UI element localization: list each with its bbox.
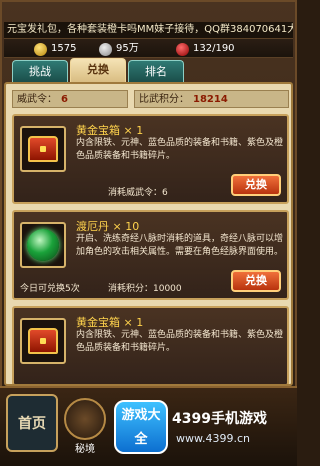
weiwu-value: 6 (61, 94, 68, 105)
weiwu-token-info: 威武令： 6 (12, 90, 128, 108)
item-cost: 消耗积分：10000 (108, 284, 182, 294)
chest-icon (28, 328, 58, 354)
resource-bar: 1575 95万 132/190 (4, 38, 293, 58)
orb-icon (27, 229, 59, 261)
ingot-value: 1575 (51, 43, 77, 54)
points-label: 比武积分： (139, 94, 189, 105)
coin-stat: 95万 (99, 39, 139, 59)
item-icon-box[interactable] (20, 126, 66, 172)
item-description: 内含限铁、元神、蓝色品质的装备和书籍、紫色及橙色品质装备和书籍碎片。 (76, 330, 284, 353)
item-title: 黄金宝箱 × 1 (76, 124, 144, 137)
exchange-item-card: 黄金宝箱 × 1 内含限铁、元神、蓝色品质的装备和书籍、紫色及橙色品质装备和书籍… (12, 114, 289, 204)
game-center-badge[interactable]: 游戏大全 (114, 400, 168, 454)
item-title: 渡厄丹 × 10 (76, 220, 140, 233)
announcement-marquee: 元宝发礼包，各种套装橙卡吗MM妹子接待，QQ群384070641大神 (4, 22, 293, 38)
hp-stat: 132/190 (176, 39, 235, 59)
realm-label: 秘境 (75, 444, 95, 455)
coin-icon (99, 42, 112, 56)
hp-value: 132/190 (193, 43, 235, 54)
home-label: 首页 (18, 416, 46, 432)
brand-url: www.4399.cn (176, 432, 250, 445)
exchange-item-card: 黄金宝箱 × 1 内含限铁、元神、蓝色品质的装备和书籍、紫色及橙色品质装备和书籍… (12, 306, 289, 384)
exchange-panel: 威武令： 6 比武积分： 18214 黄金宝箱 × 1 内含限铁、元神、蓝色品质的装… (4, 82, 293, 386)
item-title: 黄金宝箱 × 1 (76, 316, 144, 329)
tab-bar: 挑战 兑换 排名 (8, 58, 289, 82)
coin-value: 95万 (116, 43, 139, 54)
item-description: 内含限铁、元神、蓝色品质的装备和书籍、紫色及橙色品质装备和书籍碎片。 (76, 138, 284, 161)
item-cost: 消耗威武令：6 (108, 188, 168, 198)
item-icon-box[interactable] (20, 222, 66, 268)
item-icon-box[interactable] (20, 318, 66, 364)
ingot-stat: 1575 (34, 39, 76, 59)
exchange-button[interactable]: 兑换 (231, 174, 281, 196)
tab-challenge[interactable]: 挑战 (12, 60, 68, 82)
exchange-item-card: 渡厄丹 × 10 开启、洗练奇经八脉时消耗的道具，奇经八脉可以增加角色的攻击相关… (12, 210, 289, 300)
weiwu-label: 威武令： (17, 94, 57, 105)
exchange-button[interactable]: 兑换 (231, 270, 281, 292)
realm-icon[interactable] (64, 398, 106, 440)
stamina-icon (176, 42, 189, 56)
item-limit: 今日可兑换5次 (20, 284, 80, 294)
tab-ranking[interactable]: 排名 (128, 60, 184, 82)
points-info: 比武积分： 18214 (134, 90, 289, 108)
home-button[interactable]: 首页 (6, 394, 58, 452)
brand-title: 4399手机游戏 (172, 411, 267, 427)
item-description: 开启、洗练奇经八脉时消耗的道具，奇经八脉可以增加角色的攻击相关属性。需要在角色经… (76, 234, 284, 257)
tab-exchange[interactable]: 兑换 (70, 58, 126, 82)
chest-icon (28, 136, 58, 162)
ingot-icon (34, 42, 47, 56)
info-bar: 威武令： 6 比武积分： 18214 (12, 90, 289, 108)
bottom-nav: 首页 秘境 游戏大全 4399手机游戏 www.4399.cn (0, 386, 297, 466)
points-value: 18214 (193, 94, 228, 105)
